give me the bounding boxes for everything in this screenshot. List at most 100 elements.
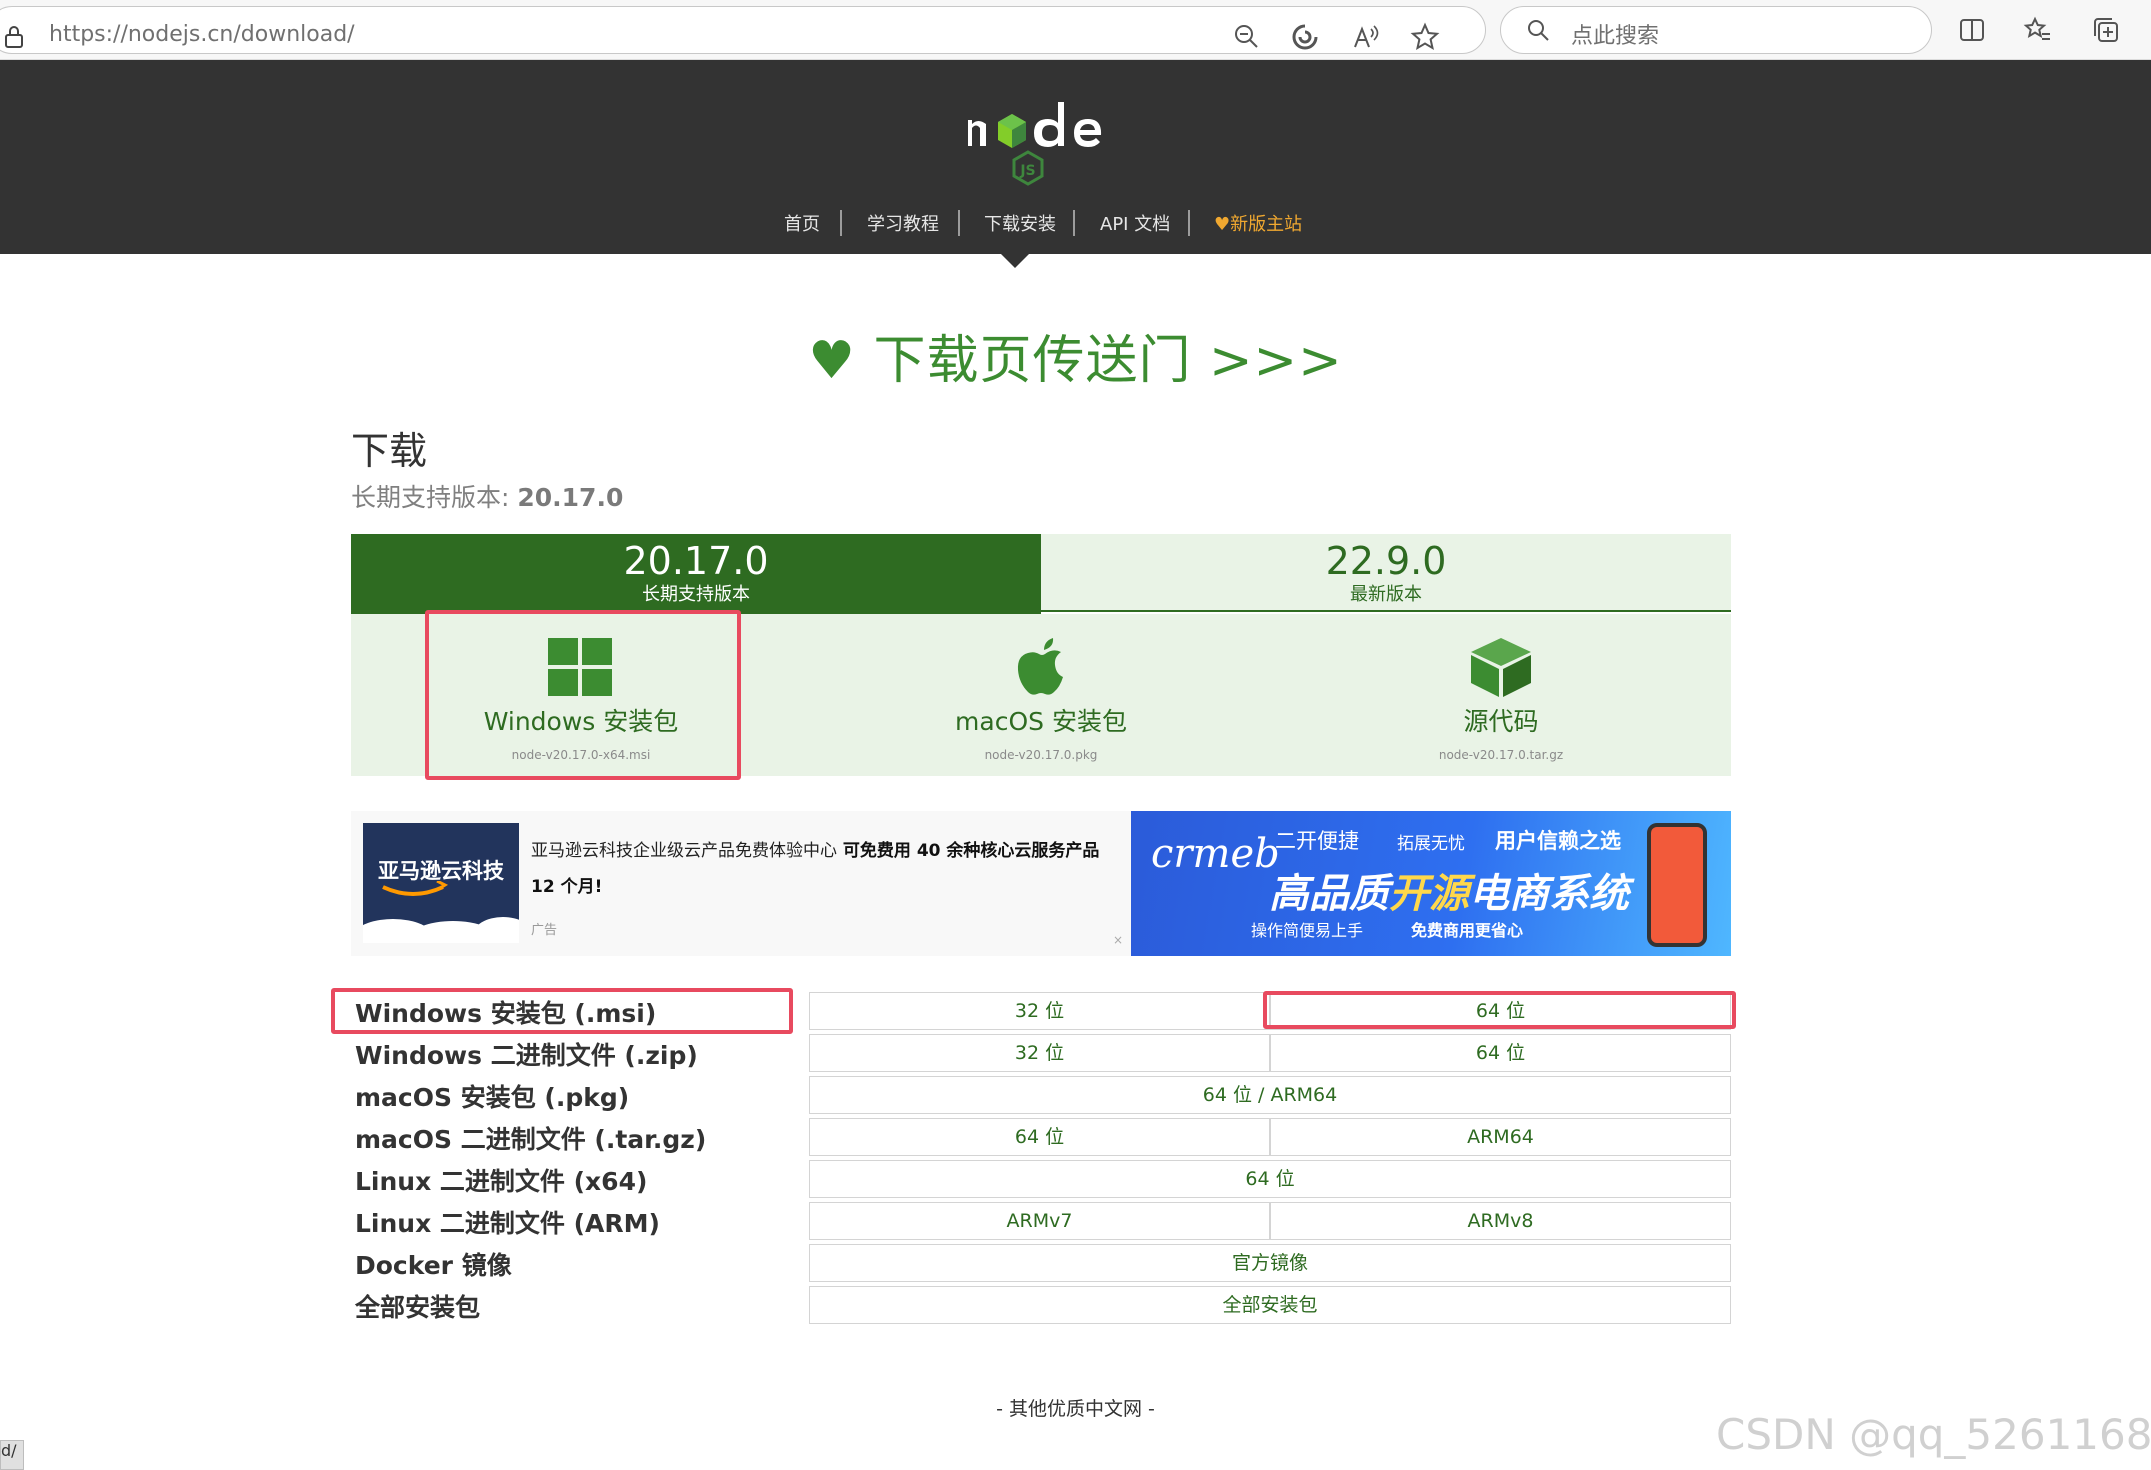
table-row: Docker 镜像 官方镜像 bbox=[351, 1242, 1731, 1284]
favorites-list-icon[interactable] bbox=[2022, 14, 2054, 46]
windows-highlight-box bbox=[425, 610, 741, 780]
table-row: Linux 二进制文件 (x64) 64 位 bbox=[351, 1158, 1731, 1200]
platform-macos-file: node-v20.17.0.pkg bbox=[984, 748, 1098, 762]
crmeb-headline-part: 电商系统 bbox=[1469, 871, 1629, 917]
row-label: Windows 二进制文件 (.zip) bbox=[355, 1041, 698, 1070]
table-row: Linux 二进制文件 (ARM) ARMv7 ARMv8 bbox=[351, 1200, 1731, 1242]
zoom-out-icon[interactable] bbox=[1231, 21, 1263, 53]
crmeb-headline-part: 高品质 bbox=[1269, 871, 1389, 917]
row-label: Linux 二进制文件 (x64) bbox=[355, 1167, 648, 1196]
platform-source[interactable]: 源代码 node-v20.17.0.tar.gz bbox=[1271, 614, 1731, 776]
row-label: Docker 镜像 bbox=[355, 1251, 512, 1280]
read-aloud-icon[interactable] bbox=[1349, 21, 1381, 53]
address-bar[interactable]: https://nodejs.cn/download/ bbox=[0, 6, 1486, 54]
phone-mockup-image bbox=[1647, 823, 1707, 947]
crmeb-headline: 高品质开源电商系统 bbox=[1269, 861, 1629, 919]
nav-new-site[interactable]: ♥新版主站 bbox=[1214, 210, 1302, 236]
collections-icon[interactable] bbox=[2090, 14, 2122, 46]
tab-current-label: 最新版本 bbox=[1350, 584, 1422, 605]
row-label: macOS 安装包 (.pkg) bbox=[355, 1083, 630, 1112]
platform-source-label: 源代码 bbox=[1463, 707, 1539, 736]
nav-divider bbox=[840, 210, 842, 236]
search-placeholder: 点此搜索 bbox=[1571, 24, 1660, 49]
tab-lts-version: 20.17.0 bbox=[623, 539, 769, 583]
nav-api-docs[interactable]: API 文档 bbox=[1100, 210, 1170, 236]
crmeb-tag: 用户信赖之选 bbox=[1495, 829, 1621, 853]
ad-close-button[interactable]: × bbox=[1113, 933, 1123, 947]
download-teleport-link[interactable]: ♥ 下载页传送门 >>> bbox=[0, 318, 2151, 393]
download-link[interactable]: 64 位 bbox=[1270, 1034, 1731, 1072]
url-path: /download/ bbox=[233, 22, 355, 47]
nav-download[interactable]: 下载安装 bbox=[984, 210, 1056, 236]
row-label: 全部安装包 bbox=[355, 1293, 481, 1322]
ad-amazon[interactable]: 亚马逊云科技 亚马逊云科技企业级云产品免费体验中心 可免费用 40 余种核心云服… bbox=[351, 811, 1131, 956]
site-header: JS 首页 学习教程 下载安装 API 文档 ♥新版主站 bbox=[0, 60, 2151, 254]
nav-divider bbox=[958, 210, 960, 236]
row-label: Linux 二进制文件 (ARM) bbox=[355, 1209, 660, 1238]
msi-64bit-highlight-box bbox=[1263, 991, 1736, 1029]
amazon-ad-image: 亚马逊云科技 bbox=[363, 823, 519, 943]
download-link[interactable]: 64 位 / ARM64 bbox=[809, 1076, 1731, 1114]
lts-prefix: 长期支持版本: bbox=[351, 483, 518, 512]
lock-icon[interactable] bbox=[3, 25, 25, 49]
apple-icon bbox=[1017, 638, 1063, 695]
ad-crmeb[interactable]: crmeb 二开便捷 拓展无忧 用户信赖之选 高品质开源电商系统 操作简便易上手… bbox=[1131, 811, 1731, 956]
crmeb-subline: 免费商用更省心 bbox=[1411, 921, 1524, 940]
msi-row-highlight-box bbox=[331, 988, 793, 1034]
page-title: 下载 bbox=[351, 429, 428, 473]
crmeb-subline: 操作简便易上手 bbox=[1251, 921, 1364, 940]
edge-refresh-icon[interactable] bbox=[1289, 21, 1321, 53]
table-row: macOS 安装包 (.pkg) 64 位 / ARM64 bbox=[351, 1074, 1731, 1116]
download-link[interactable]: 官方镜像 bbox=[809, 1244, 1731, 1282]
nav-divider bbox=[1188, 210, 1190, 236]
crmeb-logo: crmeb bbox=[1151, 831, 1280, 877]
amazon-ad-text-normal: 亚马逊云科技企业级云产品免费体验中心 bbox=[531, 841, 837, 861]
crmeb-tag: 二开便捷 bbox=[1275, 829, 1359, 853]
tab-lts-label: 长期支持版本 bbox=[642, 584, 750, 605]
amazon-smile-icon bbox=[363, 881, 519, 943]
browser-toolbar: https://nodejs.cn/download/ 点此搜索 bbox=[0, 0, 2151, 60]
amazon-ad-text: 亚马逊云科技企业级云产品免费体验中心 可免费用 40 余种核心云服务产品 12 … bbox=[531, 833, 1121, 905]
download-link[interactable]: 64 位 bbox=[809, 1160, 1731, 1198]
tab-current[interactable]: 22.9.0 最新版本 bbox=[1041, 534, 1731, 612]
download-link[interactable]: 64 位 bbox=[809, 1118, 1270, 1156]
table-row: macOS 二进制文件 (.tar.gz) 64 位 ARM64 bbox=[351, 1116, 1731, 1158]
crmeb-headline-accent: 开源 bbox=[1389, 871, 1469, 917]
download-link[interactable]: 32 位 bbox=[809, 992, 1270, 1030]
tab-current-version: 22.9.0 bbox=[1325, 539, 1447, 583]
platform-source-file: node-v20.17.0.tar.gz bbox=[1438, 748, 1564, 762]
favorite-star-icon[interactable] bbox=[1409, 21, 1441, 53]
nodejs-logo[interactable]: JS bbox=[964, 98, 1114, 188]
main-nav: 首页 学习教程 下载安装 API 文档 ♥新版主站 bbox=[0, 210, 2151, 240]
status-url-hint: d/ bbox=[0, 1440, 24, 1470]
csdn-watermark: CSDN @qq_52611686 bbox=[1716, 1410, 2151, 1459]
cube-icon bbox=[1471, 638, 1531, 697]
crmeb-tag: 拓展无忧 bbox=[1397, 834, 1465, 854]
download-link[interactable]: 全部安装包 bbox=[809, 1286, 1731, 1324]
url-host: https://nodejs.cn bbox=[49, 22, 234, 47]
nav-tutorial[interactable]: 学习教程 bbox=[867, 210, 939, 236]
search-icon bbox=[1528, 20, 1549, 41]
download-link[interactable]: ARM64 bbox=[1270, 1118, 1731, 1156]
browser-search-box[interactable]: 点此搜索 bbox=[1500, 6, 1932, 54]
download-link[interactable]: ARMv8 bbox=[1270, 1202, 1731, 1240]
split-screen-icon[interactable] bbox=[1956, 14, 1988, 46]
platform-macos[interactable]: macOS 安装包 node-v20.17.0.pkg bbox=[811, 614, 1271, 776]
row-label: macOS 二进制文件 (.tar.gz) bbox=[355, 1125, 707, 1154]
lts-version-line: 长期支持版本: 20.17.0 bbox=[351, 478, 623, 514]
table-row: Windows 二进制文件 (.zip) 32 位 64 位 bbox=[351, 1032, 1731, 1074]
svg-text:JS: JS bbox=[1019, 163, 1035, 179]
platform-macos-label: macOS 安装包 bbox=[955, 707, 1127, 736]
active-nav-pointer bbox=[1001, 254, 1029, 268]
url-text[interactable]: https://nodejs.cn/download/ bbox=[49, 22, 355, 47]
download-link[interactable]: 32 位 bbox=[809, 1034, 1270, 1072]
nav-home[interactable]: 首页 bbox=[784, 210, 820, 236]
lts-version: 20.17.0 bbox=[517, 483, 624, 512]
version-tabs: 20.17.0 长期支持版本 22.9.0 最新版本 bbox=[351, 534, 1731, 614]
download-link[interactable]: ARMv7 bbox=[809, 1202, 1270, 1240]
platform-downloads: Windows 安装包 node-v20.17.0-x64.msi macOS … bbox=[351, 610, 1731, 780]
nav-divider bbox=[1073, 210, 1075, 236]
ad-label: 广告 bbox=[531, 923, 558, 938]
tab-lts[interactable]: 20.17.0 长期支持版本 bbox=[351, 534, 1041, 614]
table-row: 全部安装包 全部安装包 bbox=[351, 1284, 1731, 1326]
